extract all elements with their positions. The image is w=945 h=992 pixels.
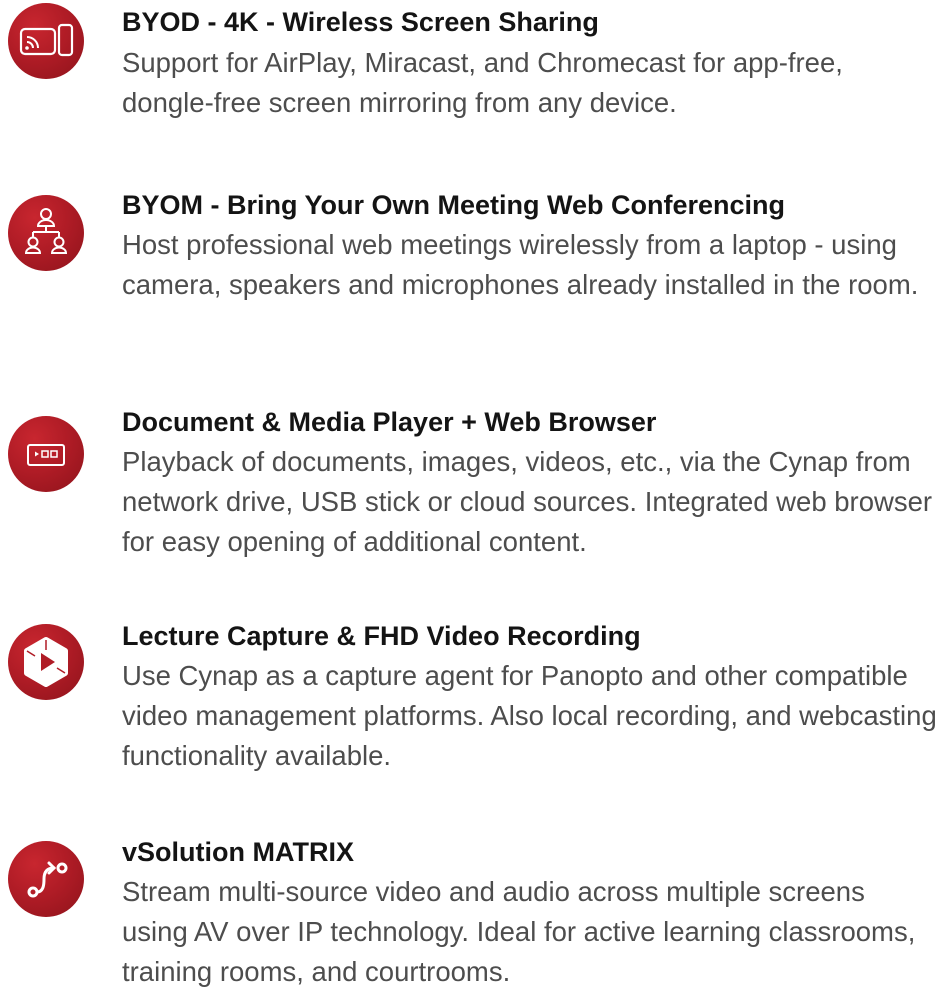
feature-title: vSolution MATRIX xyxy=(122,837,354,867)
feature-description: Use Cynap as a capture agent for Panopto… xyxy=(122,660,937,771)
feature-title: Lecture Capture & FHD Video Recording xyxy=(122,621,641,651)
feature-title: BYOM - Bring Your Own Meeting Web Confer… xyxy=(122,190,786,220)
feature-description: Stream multi-source video and audio acro… xyxy=(122,876,916,987)
feature-description: Host professional web meetings wirelessl… xyxy=(122,229,919,300)
media-player-icon xyxy=(8,416,84,492)
lecture-capture-icon xyxy=(8,624,84,700)
route-matrix-icon xyxy=(8,841,84,917)
screen-mirroring-icon xyxy=(8,3,84,79)
feature-description: Playback of documents, images, videos, e… xyxy=(122,446,933,557)
feature-description: Support for AirPlay, Miracast, and Chrom… xyxy=(122,47,843,118)
feature-title: Document & Media Player + Web Browser xyxy=(122,407,657,437)
feature-title: BYOD - 4K - Wireless Screen Sharing xyxy=(122,7,599,37)
meeting-hierarchy-icon xyxy=(8,195,84,271)
